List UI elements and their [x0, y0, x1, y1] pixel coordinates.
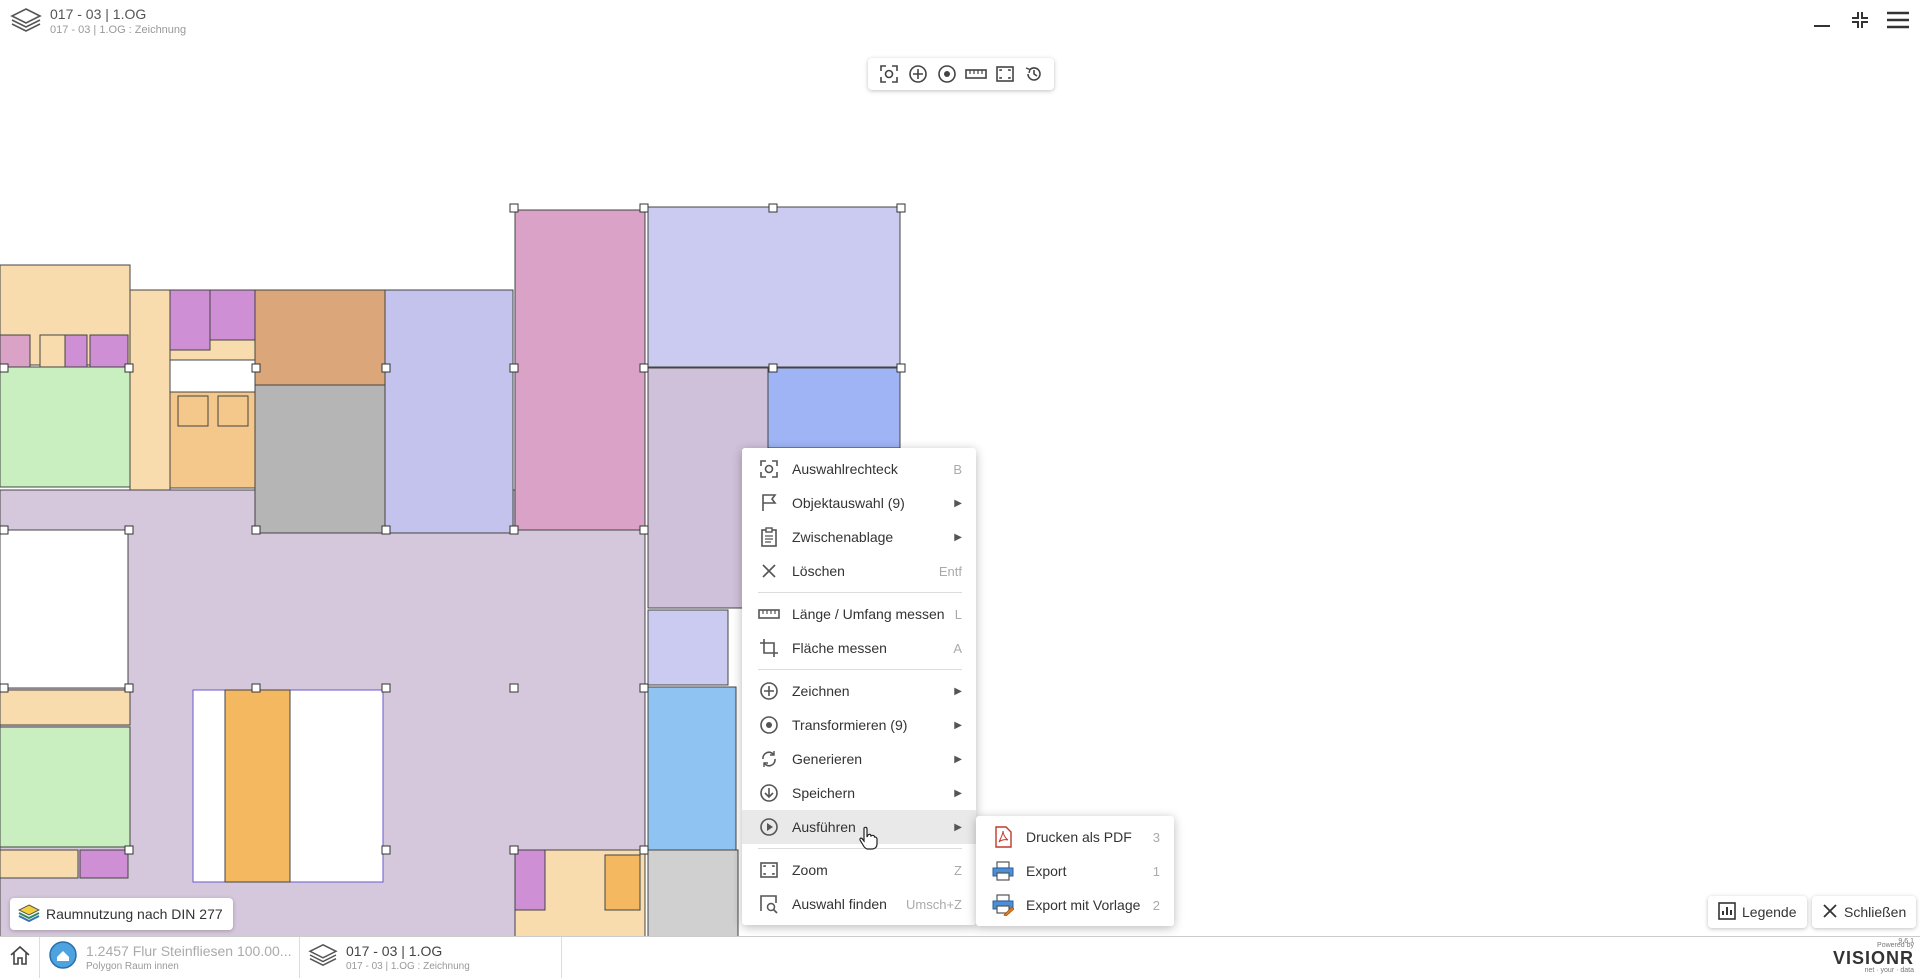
- layers-colored-icon: [17, 903, 41, 926]
- printer-template-icon: [992, 894, 1014, 916]
- bar-chart-icon: [1718, 901, 1736, 923]
- find-selection-icon: [758, 893, 780, 915]
- clipboard-icon: [758, 526, 780, 548]
- plus-circle-icon: [758, 680, 780, 702]
- menu-item-generate[interactable]: Generieren ▶: [742, 742, 976, 776]
- minimize-icon[interactable]: [1810, 8, 1834, 32]
- ruler-icon[interactable]: [964, 62, 988, 86]
- home-button[interactable]: [0, 937, 40, 978]
- layer-chip[interactable]: Raumnutzung nach DIN 277: [10, 898, 233, 930]
- plus-circle-icon[interactable]: [906, 62, 930, 86]
- chevron-right-icon: ▶: [954, 719, 962, 731]
- menu-item-draw[interactable]: Zeichnen ▶: [742, 674, 976, 708]
- room-left-green: [0, 366, 131, 488]
- layers-icon: [308, 942, 338, 973]
- status-item-object[interactable]: 1.2457 Flur Steinfliesen 100.00... Polyg…: [40, 937, 300, 978]
- zoom-frame-icon[interactable]: [993, 62, 1017, 86]
- pdf-icon: [992, 826, 1014, 848]
- execute-submenu: Drucken als PDF 3 Export 1 Export mit Vo…: [976, 816, 1174, 926]
- menu-divider: [758, 669, 962, 670]
- submenu-item-print-pdf[interactable]: Drucken als PDF 3: [976, 820, 1174, 854]
- brand-logo: 9.6.1 Powered by VISIONR net · your · da…: [1832, 938, 1914, 974]
- document-title: 017 - 03 | 1.OG 017 - 03 | 1.OG : Zeichn…: [10, 6, 186, 39]
- flag-icon: [758, 492, 780, 514]
- chevron-right-icon: ▶: [954, 531, 962, 543]
- room-lightblue: [647, 686, 737, 851]
- printer-icon: [992, 860, 1014, 882]
- menu-divider: [758, 592, 962, 593]
- map-toolbar: [868, 58, 1054, 90]
- chevron-right-icon: ▶: [954, 497, 962, 509]
- submenu-item-export[interactable]: Export 1: [976, 854, 1174, 888]
- focus-selection-icon[interactable]: [877, 62, 901, 86]
- menu-item-object-selection[interactable]: Objektauswahl (9) ▶: [742, 486, 976, 520]
- crop-icon: [758, 637, 780, 659]
- layers-icon: [10, 6, 42, 39]
- chevron-right-icon: ▶: [954, 753, 962, 765]
- chevron-right-icon: ▶: [954, 787, 962, 799]
- chevron-right-icon: ▶: [954, 685, 962, 697]
- menu-item-delete[interactable]: Löschen Entf: [742, 554, 976, 588]
- submenu-item-export-template[interactable]: Export mit Vorlage 2: [976, 888, 1174, 922]
- close-button[interactable]: Schließen: [1812, 896, 1917, 928]
- history-icon[interactable]: [1022, 62, 1046, 86]
- room-stairwell: [224, 689, 291, 883]
- selection-rect-icon: [758, 458, 780, 480]
- context-menu: Auswahlrechteck B Objektauswahl (9) ▶ Zw…: [742, 448, 976, 925]
- download-circle-icon: [758, 782, 780, 804]
- target-icon: [758, 714, 780, 736]
- zoom-frame-icon: [758, 859, 780, 881]
- room-periwinkle-top: [647, 206, 901, 368]
- page-title: 017 - 03 | 1.OG: [50, 6, 147, 22]
- ruler-icon: [758, 603, 780, 625]
- menu-item-measure-area[interactable]: Fläche messen A: [742, 631, 976, 665]
- menu-item-clipboard[interactable]: Zwischenablage ▶: [742, 520, 976, 554]
- status-bar: 1.2457 Flur Steinfliesen 100.00... Polyg…: [0, 936, 1920, 978]
- target-icon[interactable]: [935, 62, 959, 86]
- legend-button[interactable]: Legende: [1708, 896, 1807, 928]
- window-controls: [1810, 8, 1910, 32]
- menu-item-transform[interactable]: Transformieren (9) ▶: [742, 708, 976, 742]
- refresh-icon: [758, 748, 780, 770]
- home-icon: [9, 944, 31, 971]
- menu-item-zoom[interactable]: Zoom Z: [742, 853, 976, 887]
- menu-item-measure-length[interactable]: Länge / Umfang messen L: [742, 597, 976, 631]
- close-icon: [758, 560, 780, 582]
- menu-item-selection-rect[interactable]: Auswahlrechteck B: [742, 452, 976, 486]
- status-item-layer[interactable]: 017 - 03 | 1.OG 017 - 03 | 1.OG : Zeichn…: [300, 937, 562, 978]
- hand-cursor-icon: [859, 826, 878, 850]
- menu-item-find-selection[interactable]: Auswahl finden Umsch+Z: [742, 887, 976, 921]
- room-left-green-lower: [0, 726, 131, 848]
- collapse-icon[interactable]: [1848, 8, 1872, 32]
- close-icon: [1822, 903, 1838, 922]
- room-blue: [767, 367, 901, 449]
- object-globe-icon: [48, 940, 78, 975]
- chevron-right-icon: ▶: [954, 821, 962, 833]
- menu-item-save[interactable]: Speichern ▶: [742, 776, 976, 810]
- layer-chip-label: Raumnutzung nach DIN 277: [46, 906, 223, 922]
- menu-icon[interactable]: [1886, 8, 1910, 32]
- page-subtitle: 017 - 03 | 1.OG : Zeichnung: [50, 24, 187, 36]
- room-pink: [514, 209, 646, 531]
- room-periwinkle-left: [384, 289, 514, 534]
- play-circle-icon: [758, 816, 780, 838]
